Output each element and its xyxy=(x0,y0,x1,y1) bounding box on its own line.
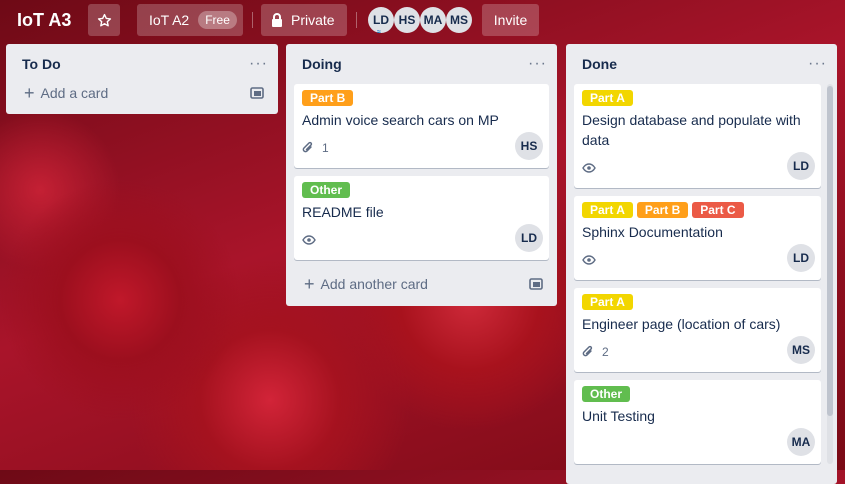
ellipsis-icon[interactable]: ··· xyxy=(528,55,547,73)
add-card-button[interactable]: + Add another card xyxy=(286,268,557,300)
list-doing: Doing ··· Part B Admin voice search cars… xyxy=(286,44,557,306)
invite-button[interactable]: Invite xyxy=(482,4,539,36)
card-template-icon[interactable] xyxy=(529,278,543,290)
list-done: Done ··· Part A Design database and popu… xyxy=(566,44,837,484)
card-label[interactable]: Other xyxy=(582,386,631,402)
card-title: Engineer page (location of cars) xyxy=(582,316,781,332)
card-badges: 1 xyxy=(302,136,541,160)
divider xyxy=(252,12,253,28)
card-label[interactable]: Part B xyxy=(302,90,354,106)
star-icon xyxy=(97,13,111,26)
card-title: README file xyxy=(302,204,384,220)
admin-icon: ≈ xyxy=(377,29,381,36)
add-card-label: Add another card xyxy=(320,276,428,292)
divider xyxy=(356,12,357,28)
eye-icon xyxy=(582,163,596,173)
card-label[interactable]: Other xyxy=(302,182,351,198)
list-to-do: To Do ··· + Add a card xyxy=(6,44,278,114)
plan-badge: Free xyxy=(198,11,237,29)
list-header: Doing ··· xyxy=(286,44,557,84)
card-badges: 2 xyxy=(582,340,813,364)
team-button[interactable]: IoT A2 Free xyxy=(137,4,243,36)
card[interactable]: Part B Admin voice search cars on MP 1 H… xyxy=(294,84,549,168)
card[interactable]: Part A Engineer page (location of cars) … xyxy=(574,288,821,372)
card-badges xyxy=(302,228,541,252)
ellipsis-icon[interactable]: ··· xyxy=(808,55,827,73)
visibility-button[interactable]: Private xyxy=(261,4,347,36)
card[interactable]: Part A Part B Part C Sphinx Documentatio… xyxy=(574,196,821,280)
card-label[interactable]: Part A xyxy=(582,294,633,310)
member-avatar[interactable]: LD xyxy=(787,152,815,180)
eye-icon xyxy=(302,235,316,245)
member-avatar[interactable]: MA xyxy=(420,7,446,33)
card-label[interactable]: Part A xyxy=(582,90,633,106)
ellipsis-icon[interactable]: ··· xyxy=(249,55,268,73)
board-title[interactable]: IoT A3 xyxy=(17,10,71,31)
scrollbar-thumb[interactable] xyxy=(827,86,833,416)
plus-icon: + xyxy=(304,274,315,294)
card-badges xyxy=(582,156,813,180)
card-title: Admin voice search cars on MP xyxy=(302,112,499,128)
paperclip-icon xyxy=(582,345,596,359)
member-avatar[interactable]: HS xyxy=(515,132,543,160)
list-title[interactable]: Done xyxy=(582,56,617,72)
list-title[interactable]: Doing xyxy=(302,56,342,72)
lock-icon xyxy=(272,13,282,27)
member-avatar[interactable]: HS xyxy=(394,7,420,33)
add-card-label: Add a card xyxy=(40,85,109,101)
member-avatar[interactable]: LD xyxy=(515,224,543,252)
card[interactable]: Part A Design database and populate with… xyxy=(574,84,821,188)
card-template-icon[interactable] xyxy=(250,87,264,99)
member-avatar[interactable]: LD ≈ xyxy=(368,7,394,36)
card-title: Unit Testing xyxy=(582,408,655,424)
plus-icon: + xyxy=(24,83,35,103)
member-avatar[interactable]: MA xyxy=(787,428,815,456)
card-title: Sphinx Documentation xyxy=(582,224,723,240)
paperclip-icon xyxy=(302,141,316,155)
add-card-button[interactable]: + Add a card xyxy=(6,76,278,110)
member-avatar[interactable]: MS xyxy=(446,7,472,33)
member-avatar[interactable]: MS xyxy=(787,336,815,364)
eye-icon xyxy=(582,255,596,265)
card-badges xyxy=(582,248,813,272)
list-title[interactable]: To Do xyxy=(22,56,61,72)
card-label[interactable]: Part C xyxy=(692,202,744,218)
card-label[interactable]: Part A xyxy=(582,202,633,218)
team-name: IoT A2 xyxy=(149,12,190,28)
attachment-count: 1 xyxy=(322,141,329,155)
star-board-button[interactable] xyxy=(88,4,120,36)
visibility-label: Private xyxy=(291,12,335,28)
card-label[interactable]: Part B xyxy=(636,202,689,218)
board-header: IoT A3 IoT A2 Free Private LD ≈ HS MA MS… xyxy=(0,0,845,40)
card[interactable]: Other README file LD xyxy=(294,176,549,260)
member-avatar[interactable]: LD xyxy=(787,244,815,272)
attachment-count: 2 xyxy=(602,345,609,359)
list-header: Done ··· xyxy=(566,44,837,84)
card[interactable]: Other Unit Testing MA xyxy=(574,380,821,464)
card-title: Design database and populate with data xyxy=(582,112,801,148)
